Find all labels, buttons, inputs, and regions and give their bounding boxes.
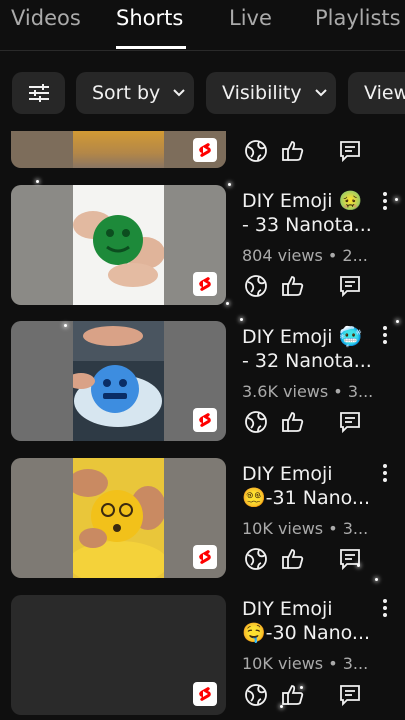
- tab-shorts[interactable]: Shorts: [116, 6, 183, 30]
- filter-button[interactable]: [12, 72, 65, 114]
- shorts-logo-icon: [193, 682, 217, 706]
- sparkle-decoration: [375, 578, 378, 581]
- sparkle-decoration: [36, 180, 39, 183]
- video-title-line2[interactable]: 😵‍💫-31 Nano...: [242, 486, 372, 510]
- sparkle-decoration: [357, 564, 360, 567]
- video-thumbnail[interactable]: [11, 595, 226, 715]
- chevron-down-icon: [314, 89, 327, 97]
- sparkle-decoration: [226, 302, 229, 305]
- shorts-logo-icon: [193, 545, 217, 569]
- video-meta: 3.6K views • 3...: [242, 382, 374, 401]
- comment-icon[interactable]: [337, 273, 363, 299]
- views-label: View: [364, 82, 405, 104]
- thumbs-up-icon[interactable]: [280, 546, 306, 572]
- globe-icon[interactable]: [243, 682, 269, 708]
- globe-icon[interactable]: [243, 138, 269, 164]
- list-item[interactable]: DIY Emoji 🥶 - 32 Nanota... 3.6K views • …: [0, 321, 405, 442]
- thumbs-up-icon[interactable]: [280, 273, 306, 299]
- more-vert-icon[interactable]: [378, 462, 392, 484]
- more-vert-icon[interactable]: [378, 190, 392, 212]
- globe-icon[interactable]: [243, 273, 269, 299]
- visibility-chip[interactable]: Visibility: [206, 72, 336, 114]
- video-title-line1[interactable]: DIY Emoji 🤢: [242, 189, 372, 213]
- list-item[interactable]: DIY Emoji 😵‍💫-31 Nano... 10K views • 3..…: [0, 458, 405, 579]
- thumbs-up-icon[interactable]: [280, 138, 306, 164]
- thumbs-up-icon[interactable]: [280, 409, 306, 435]
- shorts-logo-icon: [193, 408, 217, 432]
- more-vert-icon[interactable]: [378, 324, 392, 346]
- video-title-line2[interactable]: - 32 Nanota...: [242, 349, 372, 373]
- sparkle-decoration: [300, 686, 303, 689]
- video-title-line1[interactable]: DIY Emoji: [242, 597, 372, 621]
- tab-playlists[interactable]: Playlists: [315, 6, 401, 30]
- comment-icon[interactable]: [337, 409, 363, 435]
- shorts-logo-icon: [193, 138, 217, 162]
- video-title-line2[interactable]: - 33 Nanota...: [242, 213, 372, 237]
- sort-by-label: Sort by: [92, 82, 161, 104]
- visibility-label: Visibility: [222, 82, 302, 104]
- sliders-icon: [28, 84, 49, 102]
- sparkle-decoration: [396, 320, 399, 323]
- video-title-line2[interactable]: 🤤-30 Nano...: [242, 621, 372, 645]
- video-title-line1[interactable]: DIY Emoji 🥶: [242, 325, 372, 349]
- list-item[interactable]: DIY Emoji 🤤-30 Nano... 10K views • 3...: [0, 595, 405, 716]
- tab-live[interactable]: Live: [229, 6, 272, 30]
- chevron-down-icon: [173, 89, 186, 97]
- video-title-line1[interactable]: DIY Emoji: [242, 462, 372, 486]
- channel-tabs: Videos Shorts Live Playlists: [0, 0, 405, 51]
- video-meta: 10K views • 3...: [242, 654, 369, 673]
- sparkle-decoration: [280, 705, 283, 708]
- video-thumbnail[interactable]: [11, 458, 226, 578]
- sparkle-decoration: [395, 198, 398, 201]
- video-thumbnail[interactable]: [11, 321, 226, 441]
- globe-icon[interactable]: [243, 546, 269, 572]
- sort-by-chip[interactable]: Sort by: [76, 72, 194, 114]
- sparkle-decoration: [228, 183, 231, 186]
- more-vert-icon[interactable]: [378, 597, 392, 619]
- sparkle-decoration: [240, 318, 243, 321]
- video-meta: 804 views • 2...: [242, 246, 368, 265]
- filter-chips: Sort by Visibility View: [0, 72, 405, 116]
- shorts-logo-icon: [193, 272, 217, 296]
- video-thumbnail[interactable]: [11, 131, 226, 168]
- globe-icon[interactable]: [243, 409, 269, 435]
- comment-icon[interactable]: [337, 682, 363, 708]
- video-thumbnail[interactable]: [11, 185, 226, 305]
- active-tab-indicator: [116, 46, 186, 49]
- comment-icon[interactable]: [337, 138, 363, 164]
- sparkle-decoration: [64, 324, 67, 327]
- views-chip[interactable]: View: [348, 72, 405, 114]
- tab-videos[interactable]: Videos: [11, 6, 81, 30]
- list-item[interactable]: [0, 131, 405, 171]
- comment-icon[interactable]: [337, 546, 363, 572]
- video-meta: 10K views • 3...: [242, 519, 369, 538]
- list-item[interactable]: DIY Emoji 🤢 - 33 Nanota... 804 views • 2…: [0, 185, 405, 306]
